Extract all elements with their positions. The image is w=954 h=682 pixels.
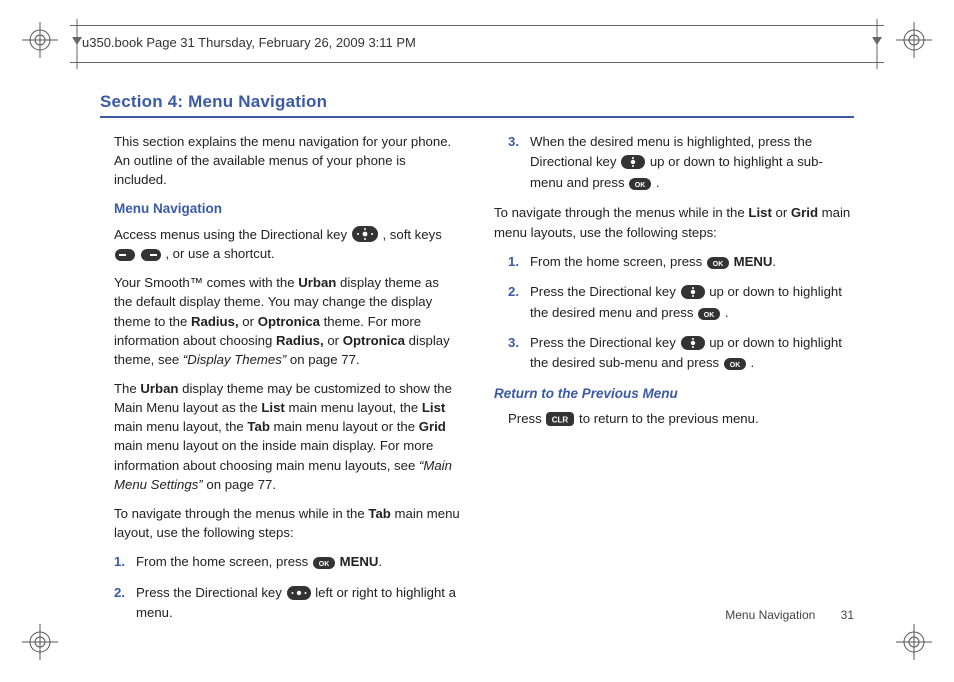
register-mark-icon [22, 22, 58, 58]
list-grid-intro: To navigate through the menus while in t… [494, 203, 854, 241]
theme-paragraph: Your Smooth™ comes with the Urban displa… [114, 273, 460, 369]
step-item: 3. Press the Directional key up or down … [508, 333, 854, 374]
register-mark-icon [896, 22, 932, 58]
step-item: 2. Press the Directional key left or rig… [114, 583, 460, 624]
svg-text:CLR: CLR [552, 416, 569, 425]
tab-steps-list: 1. From the home screen, press OK MENU. … [114, 552, 460, 623]
list-grid-steps: 1. From the home screen, press OK MENU. … [508, 252, 854, 374]
step-item: 2. Press the Directional key up or down … [508, 282, 854, 323]
directional-key-icon [351, 225, 379, 243]
step-item: 1. From the home screen, press OK MENU. [114, 552, 460, 572]
svg-text:OK: OK [730, 362, 741, 369]
left-column: This section explains the menu navigatio… [100, 132, 460, 633]
return-previous-heading: Return to the Previous Menu [494, 384, 854, 404]
register-mark-icon [22, 624, 58, 660]
tab-nav-intro: To navigate through the menus while in t… [114, 504, 460, 542]
ok-key-icon: OK [628, 177, 652, 191]
intro-paragraph: This section explains the menu navigatio… [114, 132, 460, 189]
crop-info-bar: u350.book Page 31 Thursday, February 26,… [70, 25, 884, 63]
right-softkey-icon [140, 248, 162, 262]
svg-text:OK: OK [319, 561, 330, 568]
right-column: 3. When the desired menu is highlighted,… [494, 132, 854, 633]
footer-section: Menu Navigation [725, 608, 815, 622]
crop-file-info: u350.book Page 31 Thursday, February 26,… [82, 35, 416, 50]
register-mark-icon [896, 624, 932, 660]
ok-key-icon: OK [312, 556, 336, 570]
svg-text:OK: OK [713, 261, 724, 268]
clr-key-icon: CLR [545, 411, 575, 427]
svg-text:OK: OK [635, 182, 646, 189]
step-item: 1. From the home screen, press OK MENU. [508, 252, 854, 272]
return-previous-paragraph: Press CLR to return to the previous menu… [508, 409, 854, 428]
directional-key-icon [680, 284, 706, 300]
directional-key-icon [286, 585, 312, 601]
layout-paragraph: The Urban display theme may be customize… [114, 379, 460, 494]
footer-page-number: 31 [841, 608, 854, 622]
menu-navigation-heading: Menu Navigation [114, 199, 460, 219]
tab-steps-continued: 3. When the desired menu is highlighted,… [508, 132, 854, 193]
directional-key-icon [620, 154, 646, 170]
page: u350.book Page 31 Thursday, February 26,… [0, 0, 954, 682]
step-item: 3. When the desired menu is highlighted,… [508, 132, 854, 193]
svg-text:OK: OK [704, 312, 715, 319]
directional-key-icon [680, 335, 706, 351]
left-softkey-icon [114, 248, 136, 262]
ok-key-icon: OK [706, 256, 730, 270]
ok-key-icon: OK [723, 357, 747, 371]
section-title: Section 4: Menu Navigation [100, 92, 854, 118]
content-area: Section 4: Menu Navigation This section … [100, 92, 854, 622]
two-column-layout: This section explains the menu navigatio… [100, 132, 854, 633]
page-footer: Menu Navigation 31 [725, 608, 854, 622]
ok-key-icon: OK [697, 307, 721, 321]
access-menus-paragraph: Access menus using the Directional key ,… [114, 225, 460, 263]
